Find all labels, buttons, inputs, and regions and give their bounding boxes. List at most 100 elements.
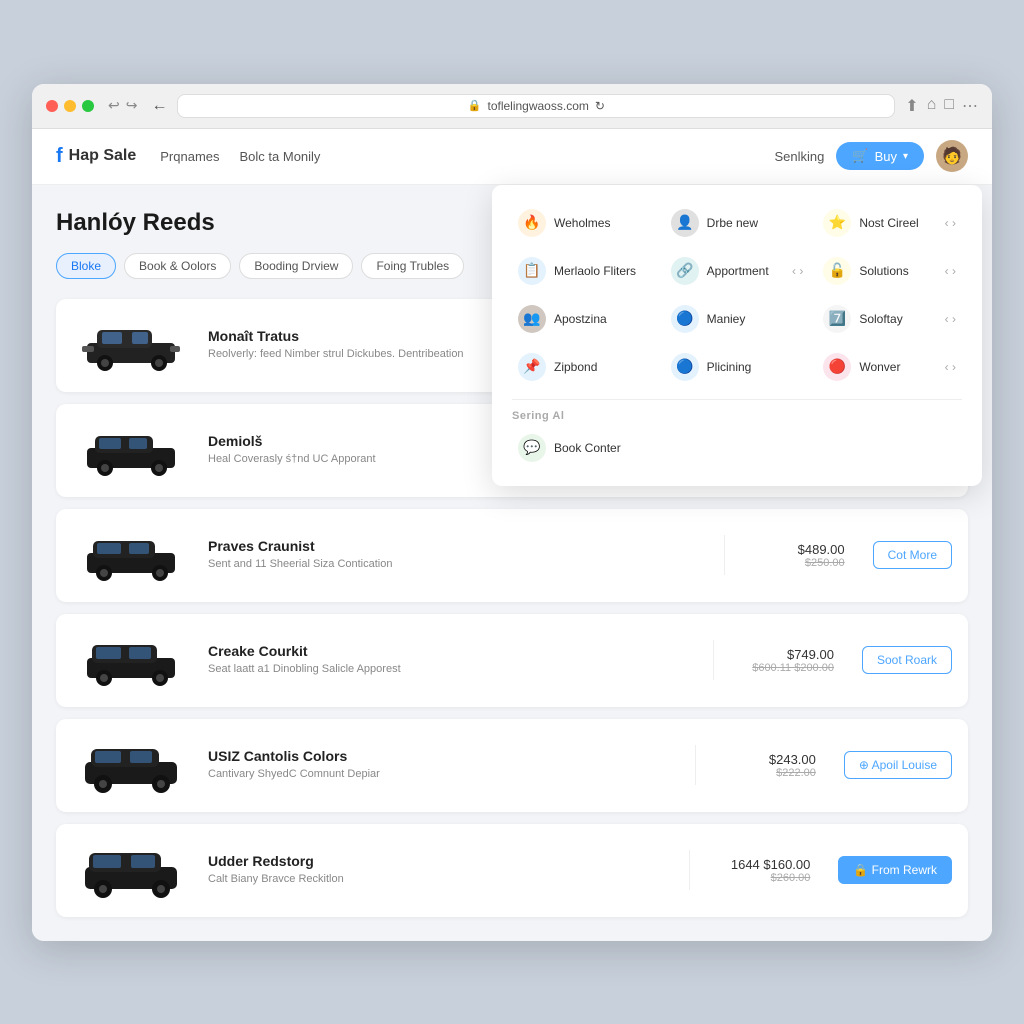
listing-card-5: Udder Redstorg Calt Biany Bravce Reckitl…: [56, 824, 968, 917]
listing-desc-2: Sent and 11 Sheerial Siza Contication: [208, 557, 704, 572]
dropdown-item-7[interactable]: 🔵 Maniey: [665, 301, 810, 337]
original-price-5: $260.00: [710, 872, 810, 884]
dropdown-icon-3: 📋: [518, 257, 546, 285]
close-button[interactable]: [46, 100, 58, 112]
action-button-4[interactable]: ⊕ Apoil Louise: [844, 751, 952, 779]
share-icon[interactable]: ⬆: [905, 96, 918, 116]
logo-letter: f: [56, 145, 63, 168]
back-icon[interactable]: ↩: [108, 97, 120, 114]
dropdown-item-6[interactable]: 👥 Apostzina: [512, 301, 657, 337]
dropdown-footer-item[interactable]: 💬 Book Conter: [512, 430, 962, 466]
listing-action-3: Soot Roark: [862, 646, 952, 674]
menu-icon[interactable]: ⋯: [962, 96, 978, 116]
dropdown-item-2[interactable]: ⭐ Nost Cireel ‹ ›: [817, 205, 962, 241]
listing-action-5: 🔒 From Rewrk: [838, 856, 952, 884]
dropdown-item-3[interactable]: 📋 Merlaolo Fliters: [512, 253, 657, 289]
listing-info-2: Praves Craunist Sent and 11 Sheerial Siz…: [208, 538, 704, 572]
dropdown-grid: 🔥 Weholmes 👤 Drbe new ⭐ Nost Cireel ‹ › …: [512, 205, 962, 385]
listing-price-3: $749.00 $600.11 $200.00: [734, 647, 834, 674]
listing-price-2: $489.00 $250.00: [745, 542, 845, 569]
dropdown-section-label: Sering Al: [512, 410, 962, 422]
action-button-3[interactable]: Soot Roark: [862, 646, 952, 674]
app-header: f Hap Sale Prqnames Bolc ta Monily Senlk…: [32, 129, 992, 185]
dropdown-label-5: Solutions: [859, 264, 908, 278]
home-icon[interactable]: ⌂: [927, 96, 937, 116]
listing-action-2: Cot More: [873, 541, 952, 569]
listing-info-5: Udder Redstorg Calt Biany Bravce Reckitl…: [208, 853, 669, 887]
dropdown-icon-11: 🔴: [823, 353, 851, 381]
main-content: Hanlóy Reeds Bloke Book & Oolors Booding…: [32, 185, 992, 941]
nav-link-bolc[interactable]: Bolc ta Monily: [240, 149, 321, 164]
dropdown-item-5[interactable]: 🔓 Solutions ‹ ›: [817, 253, 962, 289]
listing-desc-3: Seat laatt a1 Dinobling Salicle Apporest: [208, 662, 693, 677]
nav-links: Prqnames Bolc ta Monily: [160, 149, 320, 164]
dropdown-icon-2: ⭐: [823, 209, 851, 237]
dropdown-label-1: Drbe new: [707, 216, 758, 230]
brand-name: Hap Sale: [69, 147, 137, 165]
dropdown-footer-label: Book Conter: [554, 441, 621, 455]
original-price-2: $250.00: [745, 557, 845, 569]
separator-3: [713, 640, 714, 680]
dropdown-item-8[interactable]: 7️⃣ Soloftay ‹ ›: [817, 301, 962, 337]
dropdown-label-8: Soloftay: [859, 312, 902, 326]
listing-title-2: Praves Craunist: [208, 538, 704, 554]
cart-icon: 🛒: [852, 148, 868, 164]
dropdown-icon-0: 🔥: [518, 209, 546, 237]
dropdown-item-11[interactable]: 🔴 Wonver ‹ ›: [817, 349, 962, 385]
chevron-icon-11: ‹ ›: [945, 360, 956, 374]
search-label: Senlking: [775, 149, 825, 164]
dropdown-label-4: Apportment: [707, 264, 769, 278]
listing-card-4: USIZ Cantolis Colors Cantivary ShyedC Co…: [56, 719, 968, 812]
reload-icon[interactable]: ↻: [595, 99, 605, 113]
listing-info-3: Creake Courkit Seat laatt a1 Dinobling S…: [208, 643, 693, 677]
listing-action-4: ⊕ Apoil Louise: [844, 751, 952, 779]
address-bar[interactable]: 🔒 toflelingwaoss.com ↻: [177, 94, 895, 118]
listing-info-4: USIZ Cantolis Colors Cantivary ShyedC Co…: [208, 748, 675, 782]
dropdown-label-11: Wonver: [859, 360, 900, 374]
dropdown-item-1[interactable]: 👤 Drbe new: [665, 205, 810, 241]
action-button-5[interactable]: 🔒 From Rewrk: [838, 856, 952, 884]
traffic-lights: [46, 100, 94, 112]
car-image-3: [72, 628, 192, 693]
price-value-4: $243.00: [716, 752, 816, 767]
price-value-2: $489.00: [745, 542, 845, 557]
dropdown-icon-5: 🔓: [823, 257, 851, 285]
dropdown-label-7: Maniey: [707, 312, 746, 326]
filter-tab-0[interactable]: Bloke: [56, 253, 116, 279]
original-price-4: $222.00: [716, 767, 816, 779]
filter-tab-1[interactable]: Book & Oolors: [124, 253, 231, 279]
price-value-3: $749.00: [734, 647, 834, 662]
url-text: toflelingwaoss.com: [487, 99, 588, 113]
dropdown-icon-1: 👤: [671, 209, 699, 237]
dropdown-item-9[interactable]: 📌 Zipbond: [512, 349, 657, 385]
forward-icon[interactable]: ↪: [126, 97, 138, 114]
listing-price-4: $243.00 $222.00: [716, 752, 816, 779]
avatar[interactable]: 🧑: [936, 140, 968, 172]
dropdown-menu: 🔥 Weholmes 👤 Drbe new ⭐ Nost Cireel ‹ › …: [492, 185, 982, 486]
action-button-2[interactable]: Cot More: [873, 541, 952, 569]
filter-tab-2[interactable]: Booding Drview: [239, 253, 353, 279]
maximize-button[interactable]: [82, 100, 94, 112]
dropdown-icon-9: 📌: [518, 353, 546, 381]
dropdown-item-10[interactable]: 🔵 Plicining: [665, 349, 810, 385]
filter-tab-3[interactable]: Foing Trubles: [361, 253, 464, 279]
dropdown-label-9: Zipbond: [554, 360, 597, 374]
listing-title-4: USIZ Cantolis Colors: [208, 748, 675, 764]
listing-title-5: Udder Redstorg: [208, 853, 669, 869]
car-image-4: [72, 733, 192, 798]
nav-link-prqnames[interactable]: Prqnames: [160, 149, 219, 164]
car-image-0: [72, 313, 192, 378]
footer-icon: 💬: [518, 434, 546, 462]
header-right: Senlking 🛒 Buy ▾ 🧑: [775, 140, 969, 172]
listing-title-3: Creake Courkit: [208, 643, 693, 659]
dropdown-item-4[interactable]: 🔗 Apportment ‹ ›: [665, 253, 810, 289]
bookmark-icon[interactable]: □: [944, 96, 954, 116]
dropdown-divider: [512, 399, 962, 400]
browser-chrome: ↩ ↪ ← 🔒 toflelingwaoss.com ↻ ⬆ ⌂ □ ⋯: [32, 84, 992, 129]
chevron-icon-5: ‹ ›: [945, 264, 956, 278]
dropdown-item-0[interactable]: 🔥 Weholmes: [512, 205, 657, 241]
buy-button[interactable]: 🛒 Buy ▾: [836, 142, 924, 170]
browser-nav-icons: ↩ ↪: [108, 97, 137, 114]
back-arrow[interactable]: ←: [151, 97, 167, 115]
minimize-button[interactable]: [64, 100, 76, 112]
